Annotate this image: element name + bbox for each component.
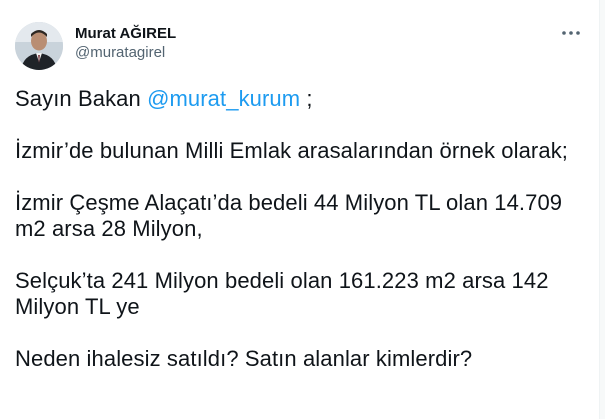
more-options-button[interactable] — [558, 24, 584, 42]
tweet-paragraph-5: Neden ihalesiz satıldı? Satın alanlar ki… — [15, 346, 473, 371]
tweet-card: Murat AĞIREL @muratagirel Sayın Bakan @m… — [0, 0, 600, 419]
avatar-image — [15, 22, 63, 70]
author-handle[interactable]: @muratagirel — [75, 44, 165, 61]
scroll-edge — [599, 0, 605, 419]
tweet-text: Sayın Bakan @murat_kurum ; İzmir’de bulu… — [15, 86, 590, 372]
tweet-paragraph-2: İzmir’de bulunan Milli Emlak arasalarınd… — [15, 138, 568, 163]
tweet-line-greeting: Sayın Bakan @murat_kurum ; — [15, 86, 590, 112]
tweet-paragraph-3-line-1: İzmir Çeşme Alaçatı’da bedeli 44 Milyon … — [15, 190, 563, 215]
avatar[interactable] — [15, 22, 63, 70]
author-display-name[interactable]: Murat AĞIREL — [75, 25, 176, 42]
more-options-icon — [562, 31, 580, 35]
tweet-paragraph-4-line-1: Selçuk’ta 241 Milyon bedeli olan 161.223… — [15, 268, 549, 293]
greeting-suffix: ; — [300, 86, 313, 111]
mention-link[interactable]: @murat_kurum — [147, 86, 300, 111]
tweet-paragraph-3-line-2: m2 arsa 28 Milyon, — [15, 216, 203, 241]
greeting-text: Sayın Bakan — [15, 86, 148, 111]
tweet-paragraph-4-line-2: Milyon TL ye — [15, 294, 140, 319]
